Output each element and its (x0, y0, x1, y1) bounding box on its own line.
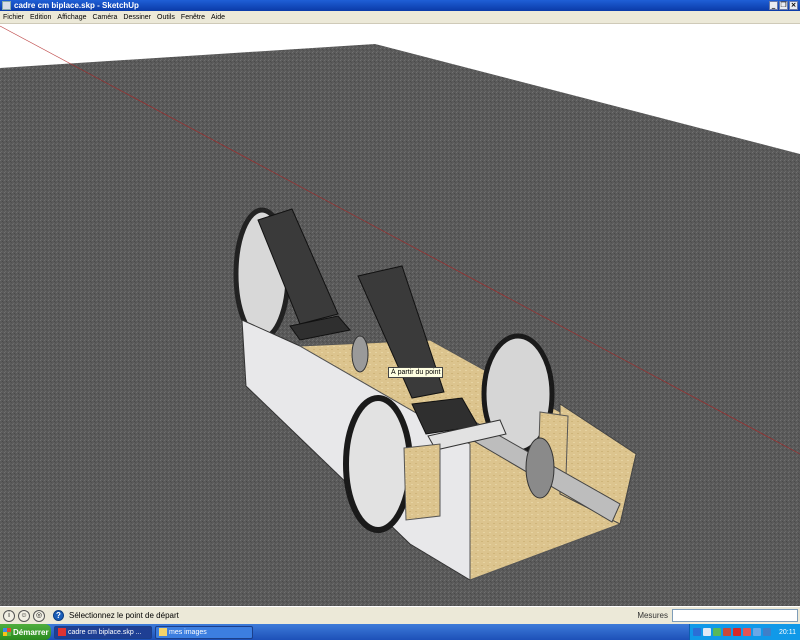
model-scene (0, 25, 800, 606)
shield-icon[interactable] (763, 628, 771, 636)
update-icon[interactable] (703, 628, 711, 636)
task-label: cadre cm biplace.skp ... (68, 628, 142, 636)
folder-icon (159, 628, 167, 636)
menu-edition[interactable]: Edition (27, 14, 54, 21)
window-title: cadre cm biplace.skp - SketchUp (14, 1, 139, 10)
start-button[interactable]: Démarrer (0, 624, 51, 640)
front-crank-disc (525, 437, 555, 499)
taskbar: Démarrer cadre cm biplace.skp ... mes im… (0, 624, 800, 640)
antivirus-icon[interactable] (733, 628, 741, 636)
sketchup-icon (58, 628, 66, 636)
title-bar: cadre cm biplace.skp - SketchUp _ ❐ × (0, 0, 800, 11)
security-icon[interactable] (743, 628, 751, 636)
menu-bar: Fichier Edition Affichage Caméra Dessine… (0, 11, 800, 24)
measurements-label: Mesures (637, 611, 668, 620)
close-button[interactable]: × (789, 1, 798, 10)
chat-icon[interactable] (713, 628, 721, 636)
system-tray: 20:11 (689, 624, 800, 640)
menu-dessiner[interactable]: Dessiner (120, 14, 154, 21)
volume-icon[interactable] (723, 628, 731, 636)
sync-icon[interactable] (753, 628, 761, 636)
menu-affichage[interactable]: Affichage (54, 14, 89, 21)
measurements-input[interactable] (672, 609, 798, 622)
geo-icon[interactable]: ◎ (33, 609, 45, 622)
minimize-button[interactable]: _ (769, 1, 778, 10)
info-icon[interactable]: i (3, 609, 15, 622)
clock[interactable]: 20:11 (779, 629, 796, 636)
menu-outils[interactable]: Outils (154, 14, 178, 21)
front-left-wheel (343, 395, 413, 533)
left-wheel-fairing (403, 443, 441, 521)
person-icon[interactable]: ☺ (18, 609, 30, 622)
start-label: Démarrer (13, 627, 49, 637)
menu-fichier[interactable]: Fichier (0, 14, 27, 21)
status-text: Sélectionnez le point de départ (69, 611, 179, 620)
network-icon[interactable] (693, 628, 701, 636)
inference-tooltip: À partir du point (388, 367, 444, 378)
help-icon[interactable]: ? (53, 610, 64, 621)
task-mes-images[interactable]: mes images (155, 625, 253, 639)
status-bar: i ☺ ◎ ? Sélectionnez le point de départ … (0, 606, 800, 624)
menu-fenetre[interactable]: Fenêtre (178, 14, 208, 21)
model-viewport[interactable]: À partir du point (0, 24, 800, 606)
windows-flag-icon (3, 628, 11, 636)
restore-button[interactable]: ❐ (779, 1, 788, 10)
menu-aide[interactable]: Aide (208, 14, 228, 21)
sketchup-app-icon[interactable] (2, 1, 11, 10)
task-sketchup[interactable]: cadre cm biplace.skp ... (54, 625, 152, 639)
menu-camera[interactable]: Caméra (89, 14, 120, 21)
rear-crank-disc (351, 335, 369, 373)
task-label: mes images (169, 628, 207, 636)
